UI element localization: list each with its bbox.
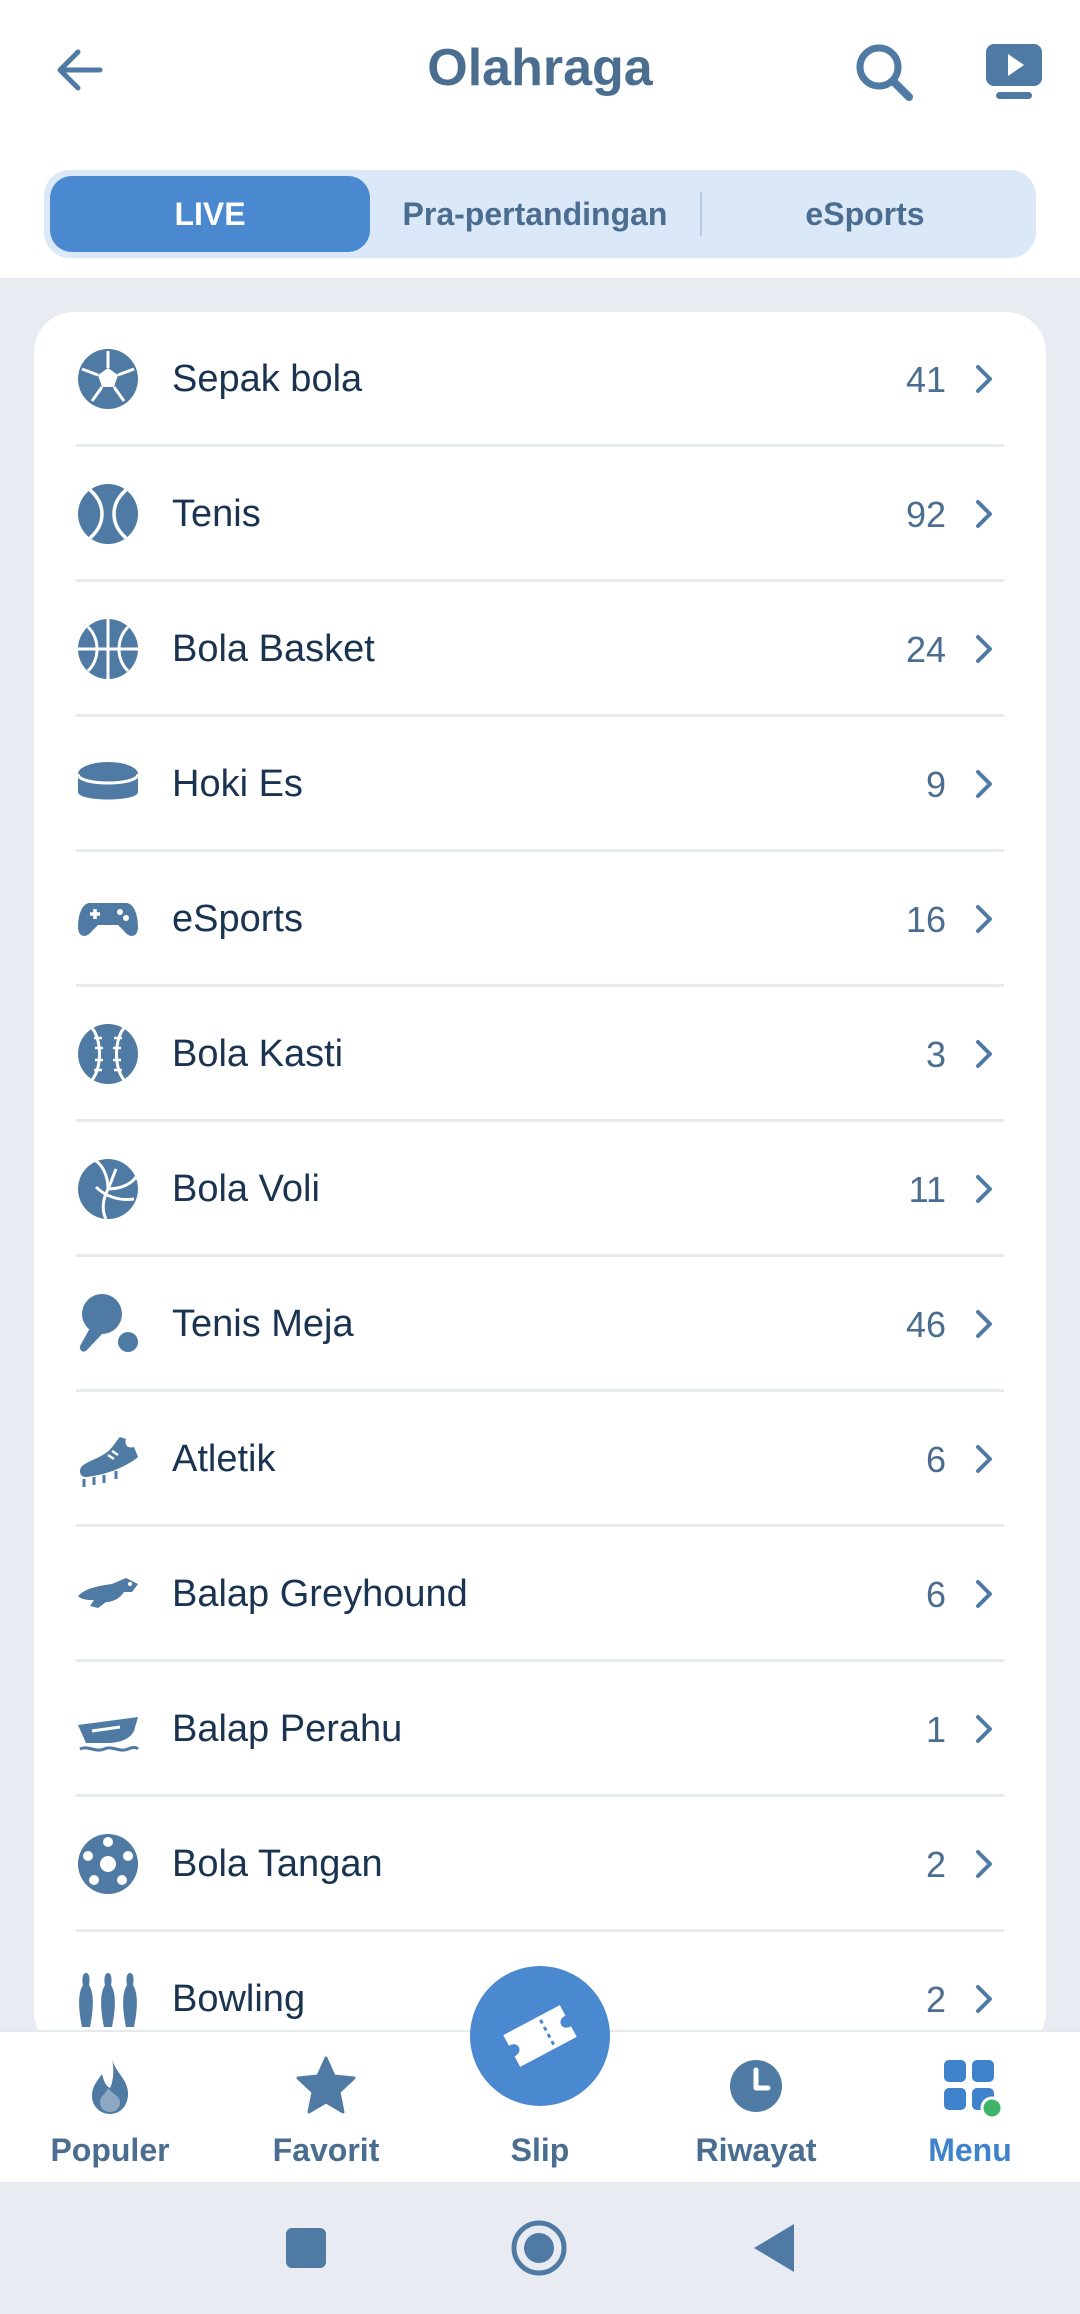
event-count: 6	[925, 1439, 946, 1480]
live-video-button[interactable]	[978, 36, 1050, 108]
nav-label: Menu	[928, 2132, 1012, 2168]
hockey-puck-icon	[76, 762, 140, 800]
nav-populer[interactable]: Populer	[2, 2032, 218, 2184]
sport-label: Sepak bola	[172, 358, 363, 400]
triangle-back-icon	[754, 2224, 794, 2272]
tab-prematch[interactable]: Pra-pertandingan	[370, 176, 700, 252]
list-item[interactable]: Bola Basket 24	[34, 582, 1046, 717]
baseball-icon	[78, 1024, 138, 1084]
volleyball-icon	[78, 1159, 138, 1220]
list-item[interactable]: Bola Tangan 2	[34, 1797, 1046, 1932]
sport-label: Balap Perahu	[172, 1708, 403, 1750]
sport-label: eSports	[172, 898, 303, 940]
list-item[interactable]: Atletik 6	[34, 1392, 1046, 1527]
sport-label: Atletik	[172, 1438, 276, 1480]
gamepad-icon	[78, 903, 138, 936]
list-item[interactable]: Tenis Meja 46	[34, 1257, 1046, 1392]
flame-icon	[92, 2058, 128, 2114]
nav-label: Slip	[510, 2132, 570, 2168]
event-count: 2	[925, 1844, 946, 1885]
clock-icon	[730, 2060, 782, 2112]
sport-label: Tenis	[172, 493, 261, 535]
ticket-icon	[503, 2005, 577, 2067]
event-count: 6	[925, 1574, 946, 1615]
nav-menu[interactable]: Menu	[862, 2032, 1078, 2184]
event-count: 46	[905, 1304, 946, 1345]
list-item[interactable]: Balap Greyhound 6	[34, 1527, 1046, 1662]
video-play-icon	[986, 44, 1042, 99]
chevron-right-icon	[976, 1715, 992, 1743]
list-item[interactable]: Bola Voli 11	[34, 1122, 1046, 1257]
running-shoe-icon	[80, 1437, 138, 1487]
circle-icon	[511, 2220, 567, 2276]
sport-label: Balap Greyhound	[172, 1573, 468, 1615]
sport-label: Tenis Meja	[172, 1303, 354, 1345]
sport-label: Bola Kasti	[172, 1033, 344, 1075]
greyhound-icon	[78, 1578, 138, 1608]
chevron-right-icon	[976, 635, 992, 663]
event-count: 24	[905, 629, 946, 670]
system-back-button[interactable]	[740, 2214, 808, 2282]
tab-live[interactable]: LIVE	[50, 176, 370, 252]
app-header: Olahraga LIVE Pra-pertandingan eSports	[0, 0, 1080, 278]
bet-slip-button[interactable]	[470, 1966, 610, 2106]
sport-label: Bola Tangan	[172, 1843, 383, 1885]
event-count: 16	[905, 899, 946, 940]
event-count: 11	[908, 1169, 946, 1210]
sport-label: Bola Voli	[172, 1168, 320, 1210]
nav-label: Riwayat	[695, 2132, 817, 2168]
star-icon	[296, 2056, 356, 2114]
recents-button[interactable]	[272, 2214, 340, 2282]
nav-riwayat[interactable]: Riwayat	[648, 2032, 864, 2184]
event-count: 3	[925, 1034, 946, 1075]
tennis-ball-icon	[78, 484, 138, 544]
event-count: 92	[905, 494, 946, 535]
list-item[interactable]: Tenis 92	[34, 447, 1046, 582]
event-count: 1	[925, 1709, 946, 1750]
square-icon	[286, 2228, 326, 2268]
sport-mode-tabs: LIVE Pra-pertandingan eSports	[44, 170, 1036, 258]
event-count: 41	[905, 359, 946, 400]
list-item[interactable]: Sepak bola 41	[34, 312, 1046, 447]
boat-icon	[78, 1717, 140, 1752]
search-icon	[856, 44, 913, 101]
chevron-right-icon	[976, 1985, 992, 2013]
ping-pong-icon	[79, 1294, 138, 1352]
chevron-right-icon	[976, 1175, 992, 1203]
bowling-pins-icon	[79, 1973, 137, 2027]
chevron-right-icon	[976, 500, 992, 528]
handball-icon	[78, 1834, 138, 1894]
event-count: 9	[925, 764, 946, 805]
tab-esports[interactable]: eSports	[700, 176, 1030, 252]
chevron-right-icon	[976, 1580, 992, 1608]
chevron-right-icon	[976, 365, 992, 393]
soccer-ball-icon	[78, 349, 138, 409]
sport-label: Bola Basket	[172, 628, 375, 670]
nav-favorit[interactable]: Favorit	[218, 2032, 434, 2184]
basketball-icon	[78, 619, 138, 679]
sport-label: Hoki Es	[172, 763, 303, 805]
chevron-right-icon	[976, 770, 992, 798]
list-item[interactable]: Hoki Es 9	[34, 717, 1046, 852]
chevron-right-icon	[976, 1040, 992, 1068]
home-button[interactable]	[505, 2214, 573, 2282]
chevron-right-icon	[976, 1445, 992, 1473]
list-item[interactable]: Balap Perahu 1	[34, 1662, 1046, 1797]
chevron-right-icon	[976, 1850, 992, 1878]
nav-label: Populer	[50, 2132, 170, 2168]
nav-label: Favorit	[272, 2132, 380, 2168]
list-item[interactable]: eSports 16	[34, 852, 1046, 987]
chevron-right-icon	[976, 905, 992, 933]
search-button[interactable]	[848, 36, 920, 108]
list-item[interactable]: Bola Kasti 3	[34, 987, 1046, 1122]
chevron-right-icon	[976, 1310, 992, 1338]
system-navigation-bar	[0, 2182, 1080, 2314]
grid-menu-icon	[944, 2060, 1002, 2118]
sports-list: Sepak bola 41 Tenis 92 Bola Basket 24 Ho…	[34, 312, 1046, 2052]
